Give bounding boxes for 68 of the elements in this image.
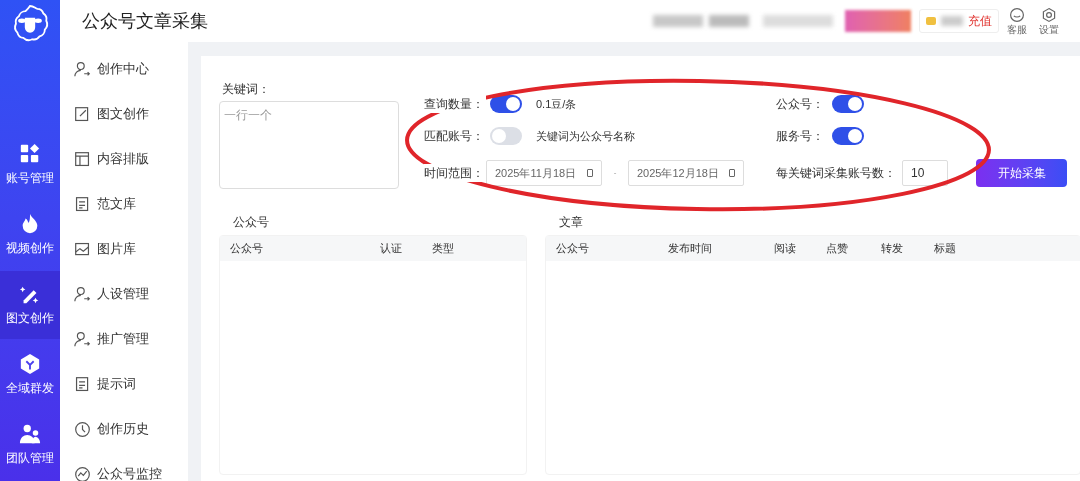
toggle-switch[interactable] [490, 127, 522, 145]
toggle-switch[interactable] [832, 127, 864, 145]
toggle-switch[interactable] [832, 95, 864, 113]
grid-icon [19, 143, 41, 165]
sidebar-item[interactable]: 视频创作 [0, 201, 60, 269]
start-date-field[interactable]: 2025年11月18日 [486, 160, 602, 186]
toggle-note: 0.1豆/条 [536, 96, 577, 112]
subnav-item[interactable]: 内容排版 [60, 147, 188, 172]
edit-icon [74, 106, 91, 123]
column-header: 类型 [432, 241, 455, 257]
settings-icon [1041, 7, 1057, 23]
column-header: 阅读 [774, 241, 797, 257]
layout-icon [74, 151, 91, 168]
chat-icon [1009, 7, 1025, 23]
end-date-field[interactable]: 2025年12月18日 [628, 160, 744, 186]
subnav-item[interactable]: 提示词 [60, 372, 188, 397]
sidebar-item[interactable]: 图文创作 [0, 271, 60, 339]
subnav-item[interactable]: 范文库 [60, 192, 188, 217]
blurred-text [653, 15, 703, 27]
sidebar-item[interactable]: 全域群发 [0, 341, 60, 409]
document-icon [74, 376, 91, 393]
image-icon [74, 241, 91, 258]
toggle-label: 查询数量： [424, 95, 486, 113]
sidebar-item[interactable]: 团队管理 [0, 411, 60, 479]
column-header: 公众号 [229, 241, 264, 257]
toggle-switch[interactable] [490, 95, 522, 113]
toolbar-button[interactable]: 设置 [1039, 7, 1059, 35]
coin-icon [926, 17, 936, 25]
people-icon [19, 423, 41, 445]
column-header: 标题 [934, 241, 957, 257]
calendar-icon [729, 169, 735, 177]
toggle-note: 关键词为公众号名称 [536, 128, 635, 144]
person-icon [74, 286, 91, 303]
column-header: 点赞 [826, 241, 849, 257]
section-title: 文章 [558, 214, 584, 231]
column-header: 转发 [881, 241, 904, 257]
page-title: 公众号文章采集 [81, 9, 209, 33]
hexagon-icon [19, 353, 41, 375]
blurred-text [763, 15, 833, 27]
subnav-item[interactable]: 推广管理 [60, 327, 188, 352]
keyword-label: 关键词： [221, 81, 271, 98]
document-icon [74, 196, 91, 213]
subnav-item[interactable]: 创作中心 [60, 57, 188, 82]
subnav-item[interactable]: 人设管理 [60, 282, 188, 307]
chart-icon [74, 466, 91, 481]
calendar-icon [587, 169, 593, 177]
sidebar-item[interactable]: 账号管理 [0, 131, 60, 199]
section-title: 公众号 [232, 214, 270, 231]
keyword-input-field[interactable]: 一行一个 [219, 101, 399, 189]
blurred-text [709, 15, 749, 27]
blurred-badge [845, 10, 911, 32]
subnav-item[interactable]: 图文创作 [60, 102, 188, 127]
column-header: 认证 [380, 241, 403, 257]
person-icon [74, 331, 91, 348]
toolbar-button[interactable]: 客服 [1007, 7, 1027, 35]
date-separator: - [612, 167, 618, 179]
clock-icon [74, 421, 91, 438]
column-header: 公众号 [555, 241, 590, 257]
start-collect-button[interactable]: 开始采集 [976, 159, 1067, 187]
subnav-item[interactable]: 图片库 [60, 237, 188, 262]
blurred-text [941, 16, 963, 26]
subnav-item[interactable]: 公众号监控 [60, 462, 188, 481]
person-icon [74, 61, 91, 78]
column-header: 发布时间 [668, 241, 713, 257]
account-count-field[interactable]: 10 [902, 160, 948, 186]
account-count-label: 每关键词采集账号数： [776, 165, 896, 182]
subnav-item[interactable]: 创作历史 [60, 417, 188, 442]
recharge-button[interactable]: 充值 [919, 9, 999, 33]
